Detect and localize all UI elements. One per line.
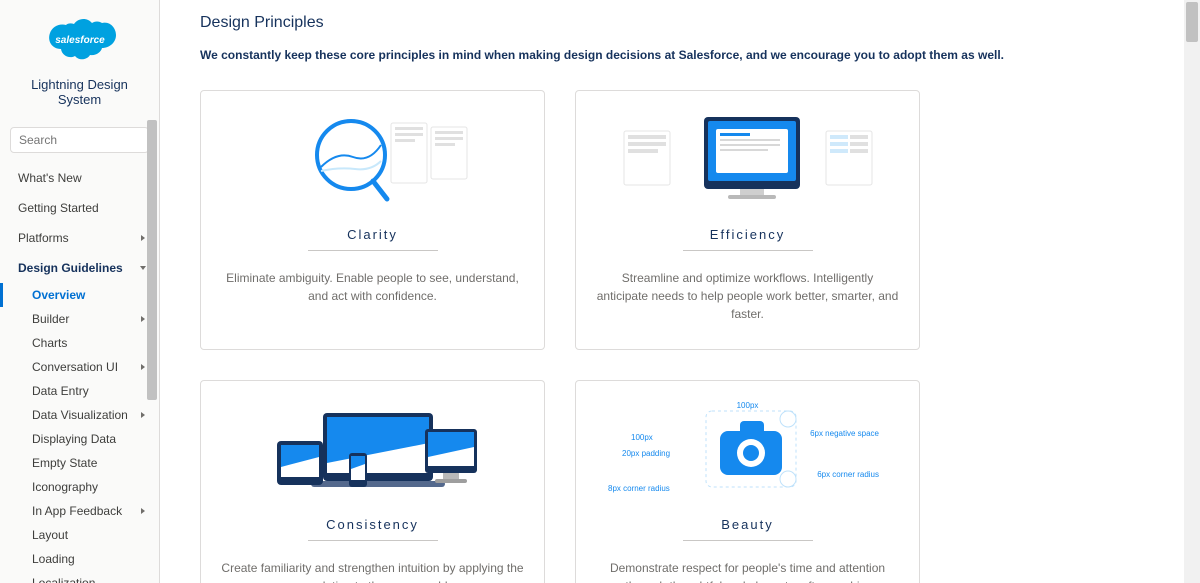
consistency-illustration (221, 401, 524, 501)
nav-label: Design Guidelines (18, 261, 123, 275)
nav-item-whats-new[interactable]: What's New (0, 163, 159, 193)
svg-text:salesforce: salesforce (55, 35, 105, 46)
anno-left1: 100px (631, 433, 653, 442)
card-body: Demonstrate respect for people's time an… (596, 559, 899, 583)
monitor-workflow-icon (618, 111, 878, 211)
brand-block: salesforce Lightning Design System (0, 0, 159, 127)
sidebar-scrollbar-thumb[interactable] (147, 120, 157, 400)
anno-right1: 6px negative space (810, 429, 879, 438)
subnav-item-builder[interactable]: Builder (0, 307, 159, 331)
nav-item-getting-started[interactable]: Getting Started (0, 193, 159, 223)
card-efficiency: Efficiency Streamline and optimize workf… (575, 90, 920, 350)
subnav-label: Charts (32, 336, 67, 350)
efficiency-illustration (596, 111, 899, 211)
subnav-label: Data Entry (32, 384, 89, 398)
card-divider (683, 250, 813, 251)
subnav-label: Localization (32, 576, 95, 583)
subnav-label: Loading (32, 552, 75, 566)
subnav-label: Conversation UI (32, 360, 118, 374)
subnav-item-localization[interactable]: Localization (0, 571, 159, 583)
card-beauty: 100px 100px 20px padding 8px corner radi… (575, 380, 920, 583)
subnav-item-data-entry[interactable]: Data Entry (0, 379, 159, 403)
subnav-item-displaying-data[interactable]: Displaying Data (0, 427, 159, 451)
subnav-item-loading[interactable]: Loading (0, 547, 159, 571)
brand-title: Lightning Design System (8, 77, 151, 107)
card-title: Clarity (221, 227, 524, 242)
nav-item-platforms[interactable]: Platforms (0, 223, 159, 253)
nav-item-design-guidelines[interactable]: Design Guidelines (0, 253, 159, 283)
anno-top: 100px (737, 401, 759, 410)
subnav-item-conversation-ui[interactable]: Conversation UI (0, 355, 159, 379)
card-body: Create familiarity and strengthen intuit… (221, 559, 524, 583)
devices-icon (263, 401, 483, 501)
subnav-item-layout[interactable]: Layout (0, 523, 159, 547)
subnav-label: Displaying Data (32, 432, 116, 446)
magnifier-chart-icon (273, 111, 473, 211)
card-title: Efficiency (596, 227, 899, 242)
anno-right2: 6px corner radius (817, 470, 879, 479)
subnav-item-charts[interactable]: Charts (0, 331, 159, 355)
subnav-item-data-visualization[interactable]: Data Visualization (0, 403, 159, 427)
anno-left2: 20px padding (622, 449, 670, 458)
subnav-label: Overview (32, 288, 85, 302)
card-divider (683, 540, 813, 541)
search-input[interactable] (10, 127, 149, 153)
anno-bottom-left: 8px corner radius (608, 484, 670, 493)
beauty-illustration: 100px 100px 20px padding 8px corner radi… (596, 401, 899, 501)
card-title: Beauty (596, 517, 899, 532)
card-consistency: Consistency Create familiarity and stren… (200, 380, 545, 583)
nav-label: Getting Started (18, 201, 99, 215)
page-scrollbar-thumb[interactable] (1186, 2, 1198, 42)
clarity-illustration (221, 111, 524, 211)
card-title: Consistency (221, 517, 524, 532)
card-clarity: Clarity Eliminate ambiguity. Enable peop… (200, 90, 545, 350)
card-divider (308, 540, 438, 541)
nav-label: What's New (18, 171, 82, 185)
subnav-label: Layout (32, 528, 68, 542)
page-intro: We constantly keep these core principles… (200, 48, 1160, 62)
subnav-item-overview[interactable]: Overview (0, 283, 159, 307)
sidebar: salesforce Lightning Design System What'… (0, 0, 160, 583)
page-scrollbar[interactable] (1184, 0, 1200, 583)
sidebar-scrollbar[interactable] (145, 0, 159, 583)
principle-cards: Clarity Eliminate ambiguity. Enable peop… (200, 90, 920, 583)
subnav-label: Empty State (32, 456, 97, 470)
card-body: Eliminate ambiguity. Enable people to se… (221, 269, 524, 305)
page-title: Design Principles (200, 14, 1160, 32)
salesforce-logo-icon: salesforce (44, 14, 116, 64)
subnav-item-iconography[interactable]: Iconography (0, 475, 159, 499)
nav-label: Platforms (18, 231, 69, 245)
subnav-item-in-app-feedback[interactable]: In App Feedback (0, 499, 159, 523)
main-content: Design Principles We constantly keep the… (160, 0, 1200, 583)
card-divider (308, 250, 438, 251)
subnav-item-empty-state[interactable]: Empty State (0, 451, 159, 475)
subnav-label: Data Visualization (32, 408, 128, 422)
card-body: Streamline and optimize workflows. Intel… (596, 269, 899, 323)
subnav-label: Iconography (32, 480, 98, 494)
subnav-label: Builder (32, 312, 69, 326)
subnav-label: In App Feedback (32, 504, 122, 518)
